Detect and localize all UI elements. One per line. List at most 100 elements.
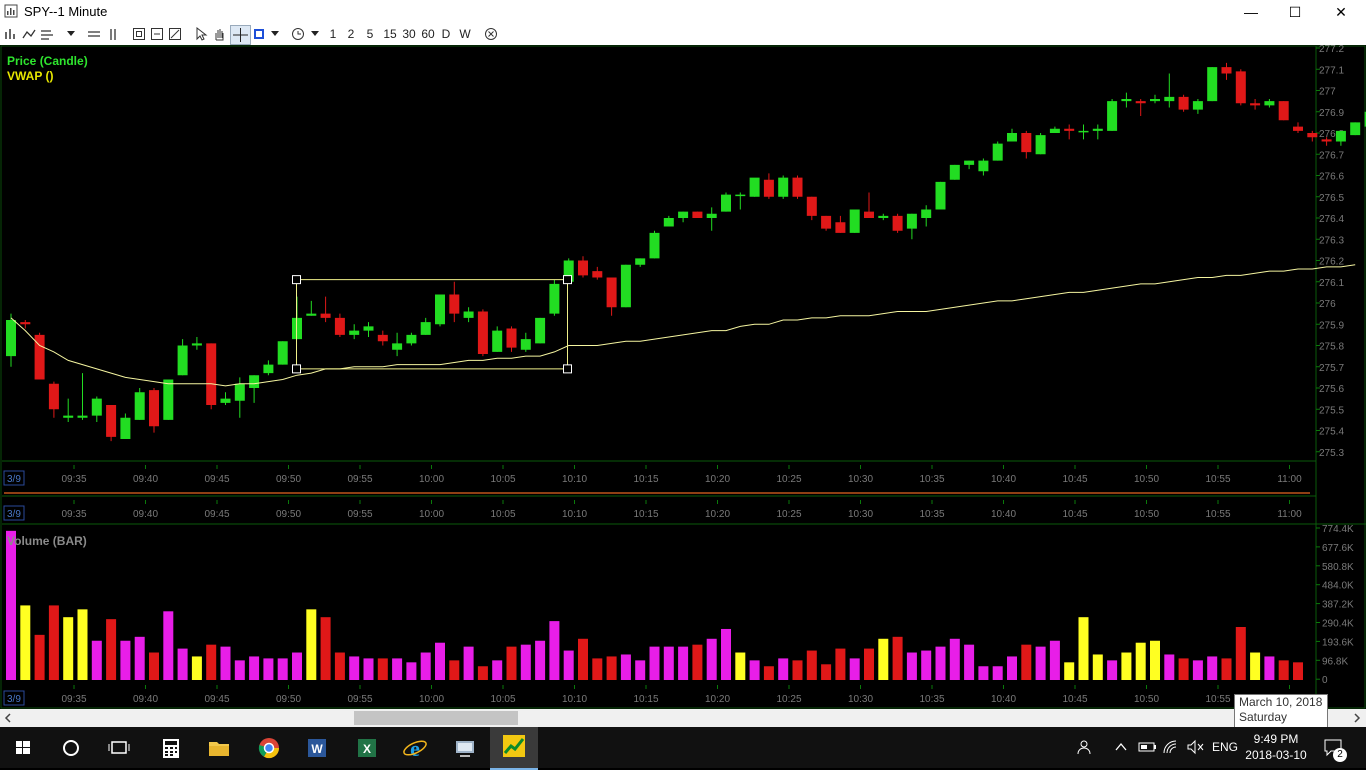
word-app-icon[interactable]: W [300, 731, 334, 764]
history-clock-icon[interactable] [290, 27, 306, 41]
period-button-30[interactable]: 30 [400, 26, 418, 43]
zoom-reset-icon[interactable] [168, 27, 182, 41]
candle-body [335, 318, 345, 335]
zoom-out-icon[interactable] [150, 27, 164, 41]
candle-body [249, 375, 259, 388]
candle-body [821, 216, 831, 229]
price-tick-label: 275.4 [1319, 427, 1344, 438]
windows-start-icon[interactable] [6, 731, 40, 764]
volume-bar [1250, 653, 1260, 680]
line-chart-icon[interactable] [22, 27, 36, 41]
date-label: 3/9 [7, 509, 21, 520]
candle-body [406, 335, 416, 344]
zoom-fit-icon[interactable] [132, 27, 146, 41]
time-tick-label: 10:45 [1062, 694, 1087, 705]
period-button-2[interactable]: 2 [345, 26, 357, 43]
volume-bar [449, 660, 459, 680]
maximize-button[interactable]: ☐ [1272, 0, 1318, 24]
file-explorer-icon[interactable] [202, 731, 236, 764]
volume-bar [564, 651, 574, 680]
close-chart-icon[interactable] [484, 27, 498, 41]
chevron-down-icon[interactable] [310, 30, 320, 38]
time-tick-label: 10:50 [1134, 474, 1159, 485]
clock-time: 9:49 PM [1244, 731, 1308, 747]
volume-bar [120, 641, 130, 680]
volume-bar [878, 639, 888, 680]
wifi-icon[interactable] [1162, 739, 1182, 755]
hand-pan-icon[interactable] [212, 27, 226, 41]
indicator-icon[interactable] [40, 27, 58, 41]
chevron-down-icon[interactable] [66, 30, 76, 38]
pointer-icon[interactable] [194, 27, 208, 41]
taskbar-clock[interactable]: 9:49 PM 2018-03-10 [1244, 731, 1308, 763]
volume-bar [20, 605, 30, 680]
time-tick-label: 09:45 [204, 474, 229, 485]
rectangle-tool-icon[interactable] [252, 27, 266, 41]
price-tick-label: 275.5 [1319, 405, 1344, 416]
volume-tick-label: 677.6K [1322, 543, 1354, 554]
close-button[interactable]: ✕ [1318, 0, 1364, 24]
period-button-60[interactable]: 60 [419, 26, 437, 43]
network-app-icon[interactable] [448, 731, 482, 764]
calculator-app-icon[interactable] [154, 731, 188, 764]
task-view-icon[interactable] [102, 731, 136, 764]
search-circle-icon[interactable] [54, 731, 88, 764]
speaker-muted-icon[interactable] [1186, 739, 1206, 755]
time-tick-label: 10:40 [991, 694, 1016, 705]
chart-canvas[interactable]: 277.2277.1277276.9276.8276.7276.6276.527… [0, 45, 1366, 709]
chart-area[interactable]: 277.2277.1277276.9276.8276.7276.6276.527… [0, 45, 1366, 709]
period-button-weekly[interactable]: W [458, 26, 472, 43]
time-tick-label: 10:55 [1205, 694, 1230, 705]
input-language[interactable]: ENG [1212, 740, 1238, 754]
svg-text:e: e [410, 736, 420, 761]
volume-tick-label: 774.4K [1322, 524, 1354, 535]
svg-text:W: W [311, 742, 323, 756]
candle-body [850, 210, 860, 233]
volume-bar [278, 658, 288, 680]
volume-bar [964, 645, 974, 680]
time-tick-label: 10:00 [419, 509, 444, 520]
volume-bar [263, 658, 273, 680]
candle-body [321, 314, 331, 318]
time-tick-label: 09:35 [61, 474, 86, 485]
time-tick-label: 10:35 [919, 474, 944, 485]
volume-bar [835, 649, 845, 680]
candle-body [1107, 101, 1117, 131]
time-tick-label: 10:20 [705, 694, 730, 705]
volume-bar [993, 666, 1003, 680]
scroll-right-icon[interactable] [1353, 713, 1361, 723]
volume-bar [735, 653, 745, 680]
excel-app-icon[interactable]: X [350, 731, 384, 764]
candle-body [1336, 131, 1346, 142]
scroll-left-icon[interactable] [4, 713, 12, 723]
internet-explorer-icon[interactable]: e [398, 731, 432, 764]
people-icon[interactable] [1076, 738, 1096, 756]
active-chart-app-tab[interactable] [490, 727, 538, 770]
volume-bar [592, 658, 602, 680]
vertical-lines-icon[interactable] [106, 27, 120, 41]
time-tick-label: 10:50 [1134, 509, 1159, 520]
chevron-up-icon[interactable] [1114, 741, 1128, 753]
candle-body [592, 271, 602, 277]
battery-icon[interactable] [1138, 741, 1158, 753]
candle-body [192, 343, 202, 345]
bar-chart-icon[interactable] [4, 27, 18, 41]
period-button-1[interactable]: 1 [327, 26, 339, 43]
scrollbar-thumb[interactable] [354, 711, 518, 725]
minimize-button[interactable]: — [1228, 0, 1274, 24]
volume-bar [1293, 662, 1303, 680]
period-button-15[interactable]: 15 [381, 26, 399, 43]
chrome-browser-icon[interactable] [252, 731, 286, 764]
period-button-5[interactable]: 5 [364, 26, 376, 43]
period-button-daily[interactable]: D [440, 26, 452, 43]
horizontal-scrollbar[interactable] [0, 709, 1366, 727]
horizontal-lines-icon[interactable] [86, 27, 102, 41]
time-tick-label: 09:50 [276, 474, 301, 485]
candle-body [521, 339, 531, 350]
chevron-down-icon[interactable] [270, 30, 280, 38]
candle-body [78, 416, 88, 418]
price-tick-label: 275.9 [1319, 320, 1344, 331]
time-tick-label: 10:30 [848, 694, 873, 705]
candle-body [1322, 139, 1332, 141]
crosshair-tool-active[interactable] [230, 25, 251, 45]
